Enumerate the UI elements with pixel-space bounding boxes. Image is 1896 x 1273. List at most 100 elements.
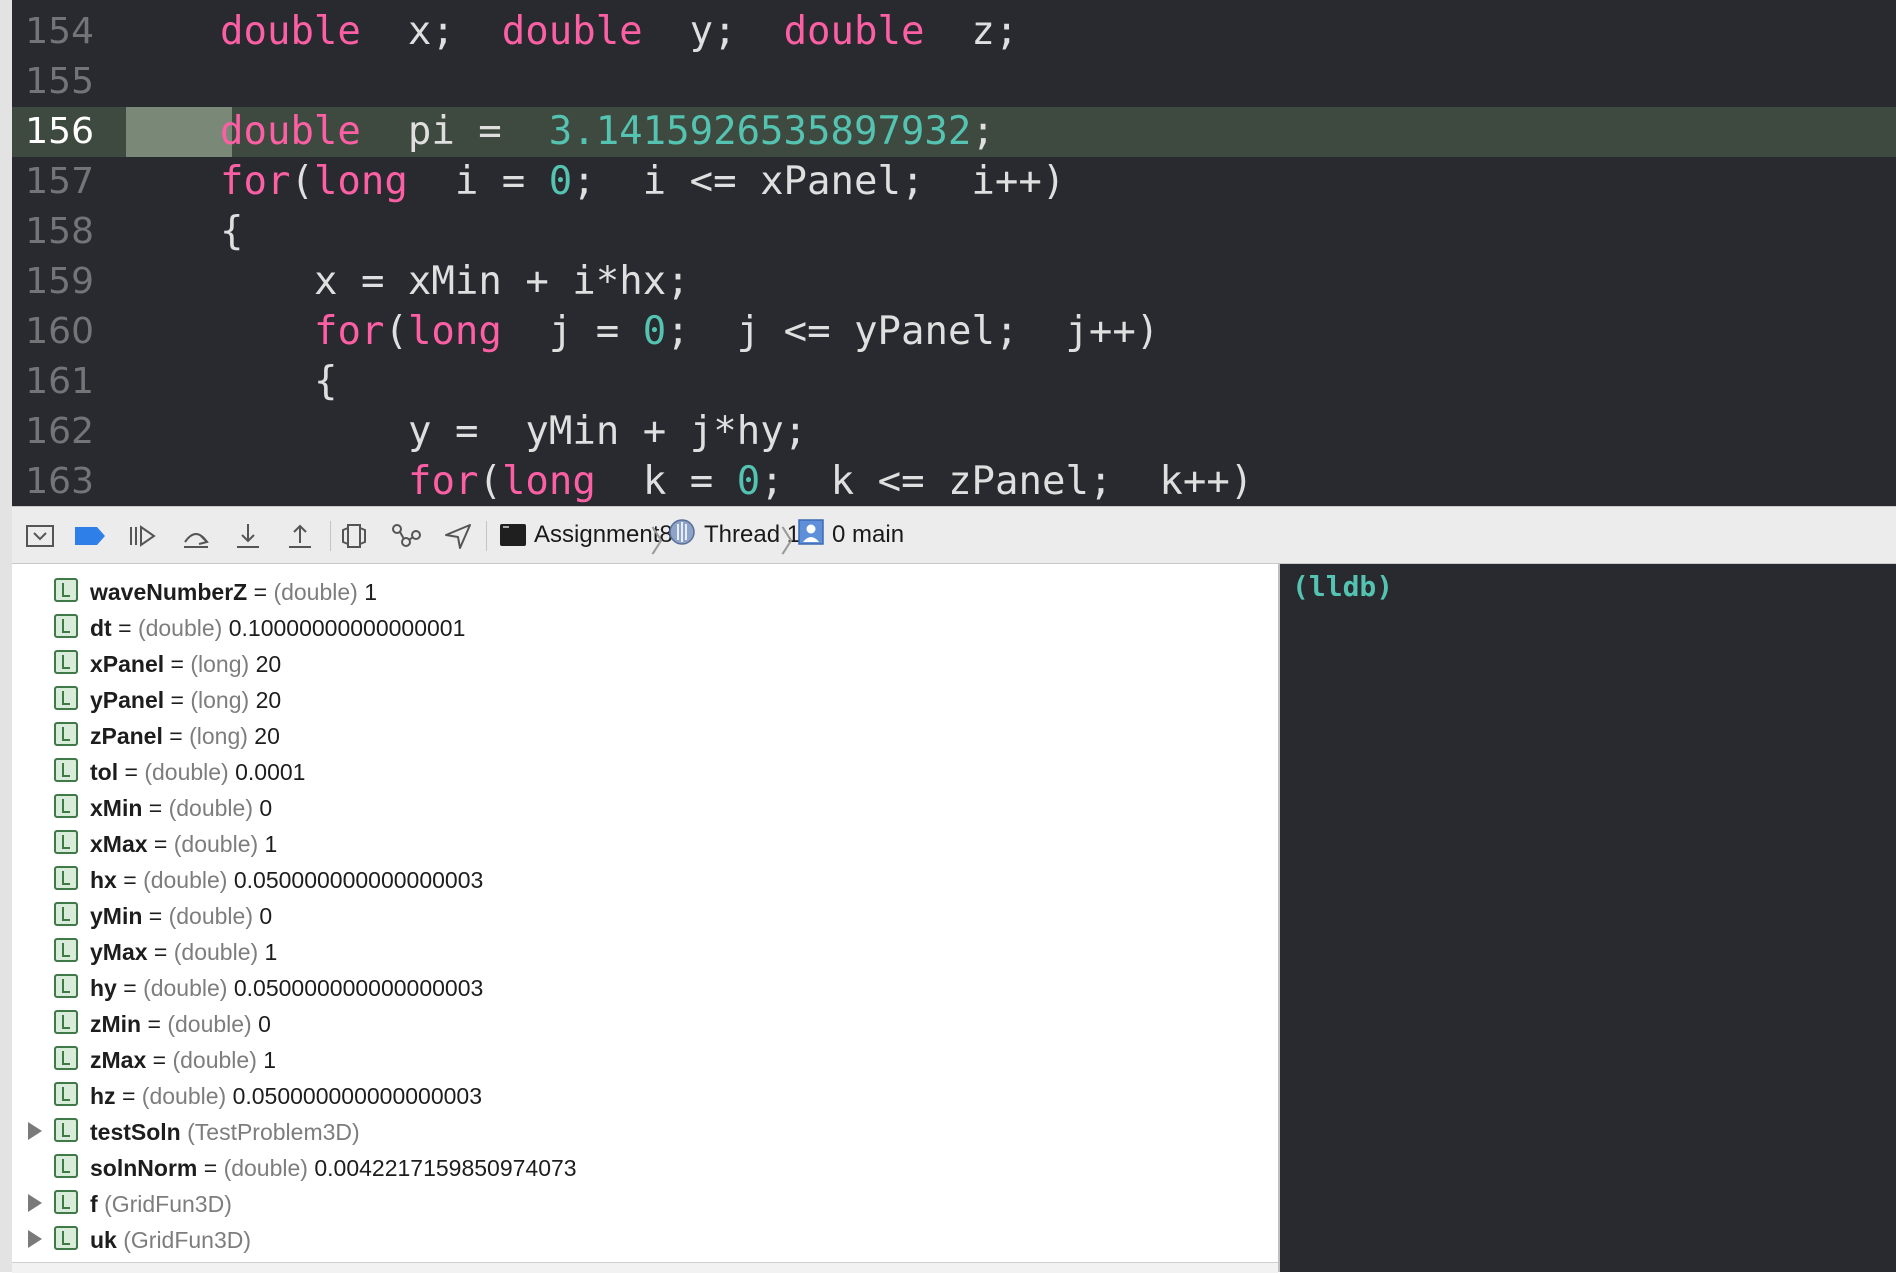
- variable-row[interactable]: uk (GridFun3D): [12, 1222, 1278, 1258]
- variables-view[interactable]: waveNumberZ = (double) 1 dt = (double) 0.…: [12, 564, 1278, 1272]
- number-token: 3.1415926535897932: [548, 109, 972, 154]
- variable-row[interactable]: testSoln (TestProblem3D): [12, 1114, 1278, 1150]
- step-over-icon[interactable]: [178, 519, 214, 553]
- code-line[interactable]: 156 double pi = 3.1415926535897932;: [12, 107, 1896, 157]
- code-line[interactable]: 163 for(long k = 0; k <= zPanel; k++): [12, 457, 1896, 506]
- keyword-token: double: [501, 9, 643, 54]
- variable-text: f (GridFun3D): [90, 1186, 232, 1222]
- local-variable-icon: [54, 866, 78, 890]
- code-line[interactable]: 160 for(long j = 0; j <= yPanel; j++): [12, 307, 1896, 357]
- keyword-token: for: [314, 309, 385, 354]
- local-variable-icon: [54, 1082, 78, 1106]
- code-token: ;: [971, 109, 995, 154]
- code-line[interactable]: 161 {: [12, 357, 1896, 407]
- variable-row[interactable]: waveNumberZ = (double) 1: [12, 574, 1278, 610]
- code-line[interactable]: 158 {: [12, 207, 1896, 257]
- line-number[interactable]: 162: [12, 407, 94, 457]
- breadcrumb-target[interactable]: Assignment8: [500, 507, 673, 563]
- variable-row[interactable]: tol = (double) 0.0001: [12, 754, 1278, 790]
- local-variable-icon: [54, 902, 78, 926]
- breakpoints-toggle-icon[interactable]: [72, 519, 108, 553]
- variable-text: zMax = (double) 1: [90, 1042, 276, 1078]
- line-number[interactable]: 156: [12, 107, 94, 157]
- code-line[interactable]: 159 x = xMin + i*hx;: [12, 257, 1896, 307]
- debug-bar: Assignment8 〉 Thread 1 〉 0 main: [12, 506, 1896, 564]
- variable-row[interactable]: zMax = (double) 1: [12, 1042, 1278, 1078]
- variable-type: (GridFun3D): [104, 1191, 232, 1217]
- local-variable-icon: [54, 758, 78, 782]
- variable-row[interactable]: hz = (double) 0.050000000000000003: [12, 1078, 1278, 1114]
- variable-row[interactable]: yMin = (double) 0: [12, 898, 1278, 934]
- equals-sign: =: [164, 687, 191, 713]
- step-out-icon[interactable]: [282, 519, 318, 553]
- line-number[interactable]: 158: [12, 207, 94, 257]
- lldb-console[interactable]: (lldb): [1280, 564, 1896, 1272]
- variable-row[interactable]: xPanel = (long) 20: [12, 646, 1278, 682]
- equals-sign: =: [164, 651, 191, 677]
- breadcrumb-frame-label: 0 main: [832, 521, 905, 548]
- variable-row[interactable]: hy = (double) 0.050000000000000003: [12, 970, 1278, 1006]
- line-number[interactable]: 154: [12, 7, 94, 57]
- variable-name: waveNumberZ: [90, 579, 248, 605]
- variable-value: 0.0001: [235, 759, 306, 785]
- step-into-icon[interactable]: [230, 519, 266, 553]
- simulate-location-icon[interactable]: [440, 519, 476, 553]
- variable-row[interactable]: xMax = (double) 1: [12, 826, 1278, 862]
- continue-icon[interactable]: [124, 519, 160, 553]
- code-line[interactable]: 154 double x; double y; double z;: [12, 7, 1896, 57]
- variable-row[interactable]: zMin = (double) 0: [12, 1006, 1278, 1042]
- variable-value: 0.050000000000000003: [233, 975, 484, 1001]
- local-variable-icon: [54, 830, 78, 854]
- keyword-token: double: [220, 9, 361, 54]
- disclosure-triangle-icon[interactable]: [28, 1230, 42, 1248]
- code-line[interactable]: 162 y = yMin + j*hy;: [12, 407, 1896, 457]
- variable-row[interactable]: f (GridFun3D): [12, 1186, 1278, 1222]
- variable-value: 20: [254, 723, 280, 749]
- view-hierarchy-icon[interactable]: [336, 519, 372, 553]
- line-number[interactable]: 157: [12, 157, 94, 207]
- variable-text: solnNorm = (double) 0.004221715985097407…: [90, 1150, 577, 1186]
- hide-debug-area-icon[interactable]: [22, 519, 58, 553]
- code-line[interactable]: 155: [12, 57, 1896, 107]
- local-variable-icon: [54, 1154, 78, 1178]
- line-number[interactable]: 163: [12, 457, 94, 506]
- code-token: y = yMin + j*hy;: [408, 409, 808, 454]
- variable-name: f: [90, 1191, 98, 1217]
- variable-value: 0.10000000000000001: [228, 615, 466, 641]
- variable-row[interactable]: yMax = (double) 1: [12, 934, 1278, 970]
- variable-type: (long): [189, 723, 248, 749]
- memory-graph-icon[interactable]: [388, 519, 424, 553]
- variable-row[interactable]: zPanel = (long) 20: [12, 718, 1278, 754]
- local-variable-icon: [54, 1118, 78, 1142]
- equals-sign: =: [142, 795, 169, 821]
- variable-row[interactable]: solnNorm = (double) 0.004221715985097407…: [12, 1150, 1278, 1186]
- variable-name: dt: [90, 615, 112, 641]
- variable-row[interactable]: dt = (double) 0.10000000000000001: [12, 610, 1278, 646]
- line-number[interactable]: 160: [12, 307, 94, 357]
- variable-row[interactable]: yPanel = (long) 20: [12, 682, 1278, 718]
- variable-name: hy: [90, 975, 117, 1001]
- line-number[interactable]: 155: [12, 57, 94, 107]
- local-variable-icon: [54, 1046, 78, 1070]
- disclosure-triangle-icon[interactable]: [28, 1122, 42, 1140]
- code-token: {: [314, 359, 338, 404]
- line-number[interactable]: 159: [12, 257, 94, 307]
- source-editor[interactable]: 154 double x; double y; double z; 155 156 do…: [12, 0, 1896, 506]
- variable-type: (GridFun3D): [123, 1227, 252, 1253]
- code-text: double x; double y; double z;: [220, 7, 1018, 57]
- code-token: i =: [407, 159, 549, 204]
- variable-type: (double): [143, 975, 228, 1001]
- breadcrumb-frame[interactable]: 0 main: [798, 507, 904, 563]
- disclosure-triangle-icon[interactable]: [28, 1194, 42, 1212]
- variable-row[interactable]: hx = (double) 0.050000000000000003: [12, 862, 1278, 898]
- variable-name: testSoln: [90, 1119, 181, 1145]
- variable-row[interactable]: xMin = (double) 0: [12, 790, 1278, 826]
- code-line[interactable]: 157 for(long i = 0; i <= xPanel; i++): [12, 157, 1896, 207]
- variable-type: (double): [172, 1047, 257, 1073]
- line-number[interactable]: 161: [12, 357, 94, 407]
- variable-value: 0.050000000000000003: [233, 867, 484, 893]
- equals-sign: =: [116, 867, 144, 893]
- variable-type: (double): [144, 759, 229, 785]
- number-token: 0: [736, 459, 761, 504]
- variable-name: hx: [90, 867, 117, 893]
